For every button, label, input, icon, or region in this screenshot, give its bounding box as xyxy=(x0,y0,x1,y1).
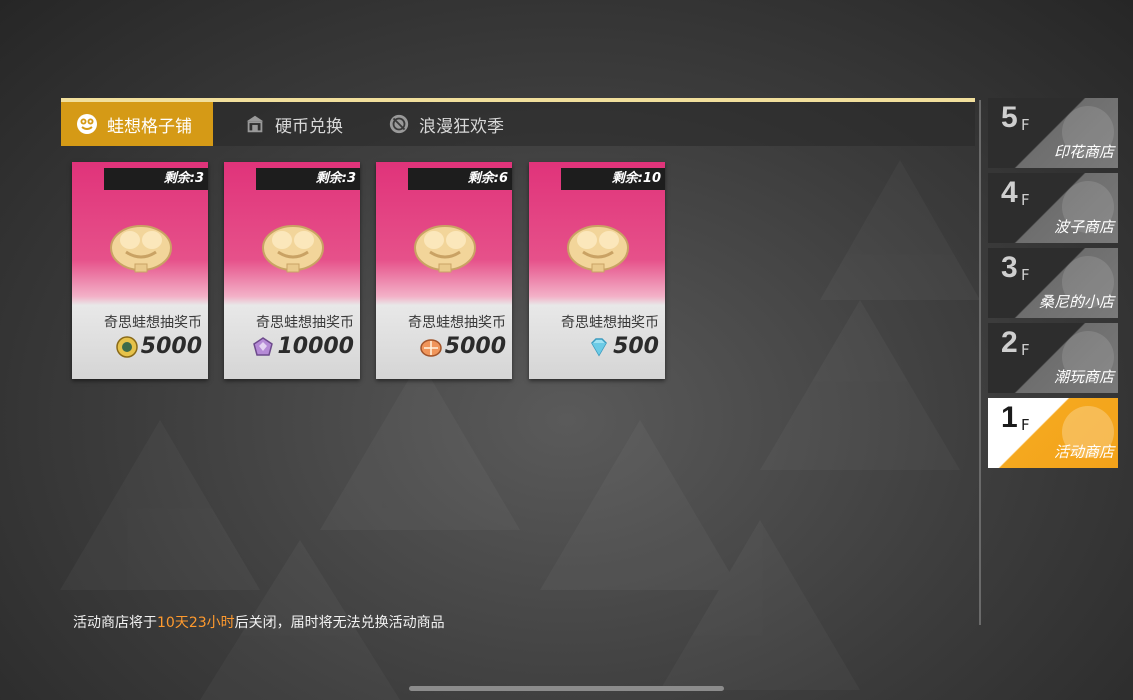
notice-suffix: 后关闭，届时将无法兑换活动商品 xyxy=(234,615,445,631)
shop-item-card[interactable]: 剩余:3 奇思蛙想抽奖币 10000 xyxy=(224,162,360,379)
lottery-coin-icon xyxy=(567,225,629,273)
floor-suffix: F xyxy=(1021,116,1030,134)
floor-name: 桑尼的小店 xyxy=(1038,293,1114,311)
home-indicator[interactable] xyxy=(409,686,724,691)
item-name: 奇思蛙想抽奖币 xyxy=(104,315,202,331)
item-price: 5000 xyxy=(444,334,506,359)
notice-prefix: 活动商店将于 xyxy=(73,615,157,631)
floor-5-button[interactable]: 5 F 印花商店 xyxy=(988,98,1118,168)
floor-name: 潮玩商店 xyxy=(1053,368,1114,386)
floor-name: 波子商店 xyxy=(1053,218,1114,236)
price-row: 5000 xyxy=(420,334,506,359)
floor-number: 5 xyxy=(1001,101,1018,134)
item-name: 奇思蛙想抽奖币 xyxy=(561,315,659,331)
floor-number: 2 xyxy=(1001,326,1018,359)
item-price: 10000 xyxy=(277,334,354,359)
gold-coin-icon xyxy=(116,335,138,358)
floor-2-button[interactable]: 2 F 潮玩商店 xyxy=(988,323,1118,393)
tab-frog-shop[interactable]: 蛙想格子铺 xyxy=(61,102,213,146)
tab-label: 浪漫狂欢季 xyxy=(419,116,504,137)
purple-gem-icon xyxy=(253,336,274,356)
floor-number: 3 xyxy=(1001,251,1018,284)
floor-rail xyxy=(979,100,981,625)
tab-label: 蛙想格子铺 xyxy=(107,116,192,137)
floor-3-button[interactable]: 3 F 桑尼的小店 xyxy=(988,248,1118,318)
tab-coin-exchange[interactable]: 硬币兑换 xyxy=(243,102,343,146)
lottery-coin-icon xyxy=(110,225,172,273)
tab-romantic-carnival[interactable]: 浪漫狂欢季 xyxy=(387,102,504,146)
remaining-count: 剩余:10 xyxy=(561,168,665,190)
shop-close-notice: 活动商店将于10天23小时后关闭，届时将无法兑换活动商品 xyxy=(73,612,445,632)
badge-icon xyxy=(387,112,411,136)
remaining-count: 剩余:6 xyxy=(408,168,512,190)
price-row: 500 xyxy=(588,334,659,359)
floor-1-button[interactable]: 1 F 活动商店 xyxy=(988,398,1118,468)
price-row: 5000 xyxy=(116,334,202,359)
remaining-count: 剩余:3 xyxy=(256,168,360,190)
floor-suffix: F xyxy=(1021,191,1030,209)
floor-number: 4 xyxy=(1001,176,1018,209)
notice-time: 10天23小时 xyxy=(157,615,235,631)
floor-number: 1 xyxy=(1001,401,1018,434)
floor-suffix: F xyxy=(1021,266,1030,284)
lottery-coin-icon xyxy=(262,225,324,273)
frog-icon xyxy=(75,112,99,136)
item-name: 奇思蛙想抽奖币 xyxy=(256,315,354,331)
floor-name: 活动商店 xyxy=(1053,443,1114,461)
shop-item-card[interactable]: 剩余:3 奇思蛙想抽奖币 5000 xyxy=(72,162,208,379)
item-price: 500 xyxy=(613,334,659,359)
tab-label: 硬币兑换 xyxy=(275,116,343,137)
floor-suffix: F xyxy=(1021,341,1030,359)
remaining-count: 剩余:3 xyxy=(104,168,208,190)
shop-item-card[interactable]: 剩余:10 奇思蛙想抽奖币 500 xyxy=(529,162,665,379)
price-row: 10000 xyxy=(252,334,354,359)
item-price: 5000 xyxy=(140,334,202,359)
shop-icon xyxy=(243,112,267,136)
floor-name: 印花商店 xyxy=(1053,143,1114,161)
floor-suffix: F xyxy=(1021,416,1030,434)
orange-shell-icon xyxy=(420,338,442,357)
diamond-icon xyxy=(591,337,608,356)
shop-item-card[interactable]: 剩余:6 奇思蛙想抽奖币 5000 xyxy=(376,162,512,379)
lottery-coin-icon xyxy=(414,225,476,273)
shop-tab-bar: 蛙想格子铺 硬币兑换 浪漫狂欢季 xyxy=(61,98,975,146)
item-name: 奇思蛙想抽奖币 xyxy=(408,315,506,331)
floor-4-button[interactable]: 4 F 波子商店 xyxy=(988,173,1118,243)
